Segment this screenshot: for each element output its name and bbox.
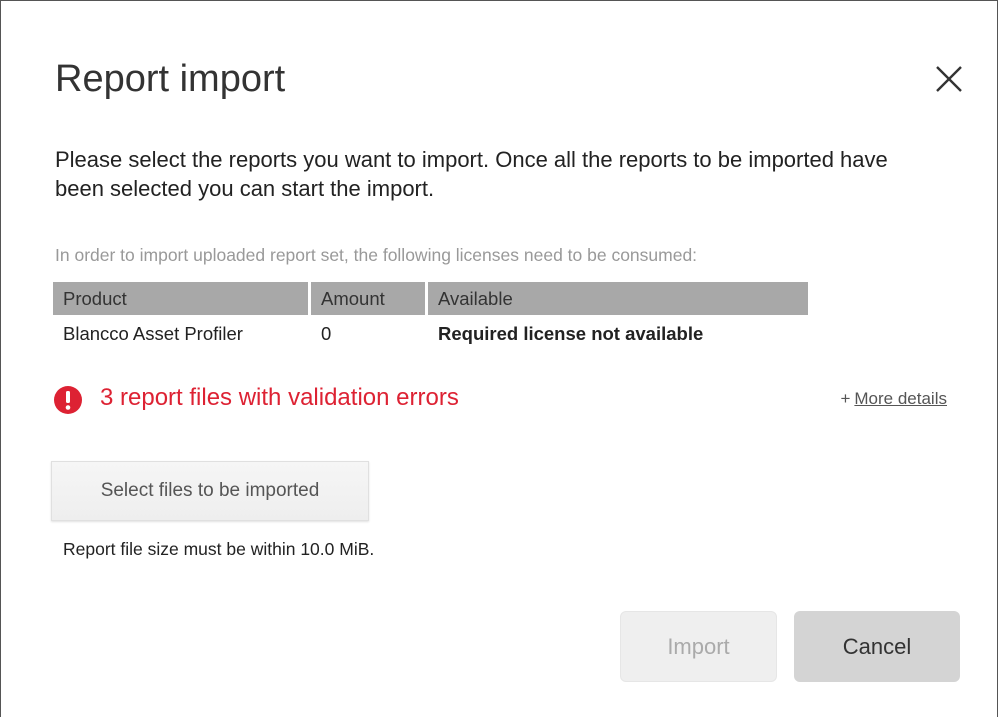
license-table-header-row: Product Amount Available	[53, 282, 808, 315]
close-button[interactable]	[927, 59, 967, 99]
header-amount: Amount	[311, 282, 428, 315]
table-row: Blancco Asset Profiler 0 Required licens…	[53, 315, 808, 353]
validation-error-text: 3 report files with validation errors	[100, 384, 459, 411]
more-details-label: More details	[854, 389, 947, 408]
header-product: Product	[53, 282, 311, 315]
select-files-button[interactable]: Select files to be imported	[51, 461, 369, 521]
import-button[interactable]: Import	[620, 611, 777, 682]
cell-available: Required license not available	[438, 323, 704, 344]
cell-amount: 0	[321, 323, 332, 344]
validation-errors-row: 3 report files with validation errors + M…	[53, 383, 947, 414]
report-import-dialog: Report import Please select the reports …	[0, 0, 998, 717]
cancel-button[interactable]: Cancel	[794, 611, 960, 682]
file-size-note: Report file size must be within 10.0 MiB…	[63, 539, 375, 559]
more-details-plus: +	[840, 389, 851, 408]
exclamation-circle-icon	[54, 386, 82, 414]
cell-product: Blancco Asset Profiler	[63, 323, 243, 344]
intro-text: Please select the reports you want to im…	[55, 147, 888, 201]
dialog-title: Report import	[55, 58, 286, 100]
license-note: In order to import uploaded report set, …	[55, 245, 698, 265]
header-available: Available	[428, 282, 808, 315]
close-icon	[936, 66, 962, 92]
license-table: Product Amount Available Blancco Asset P…	[53, 282, 808, 353]
more-details-link[interactable]: + More details	[840, 387, 947, 411]
